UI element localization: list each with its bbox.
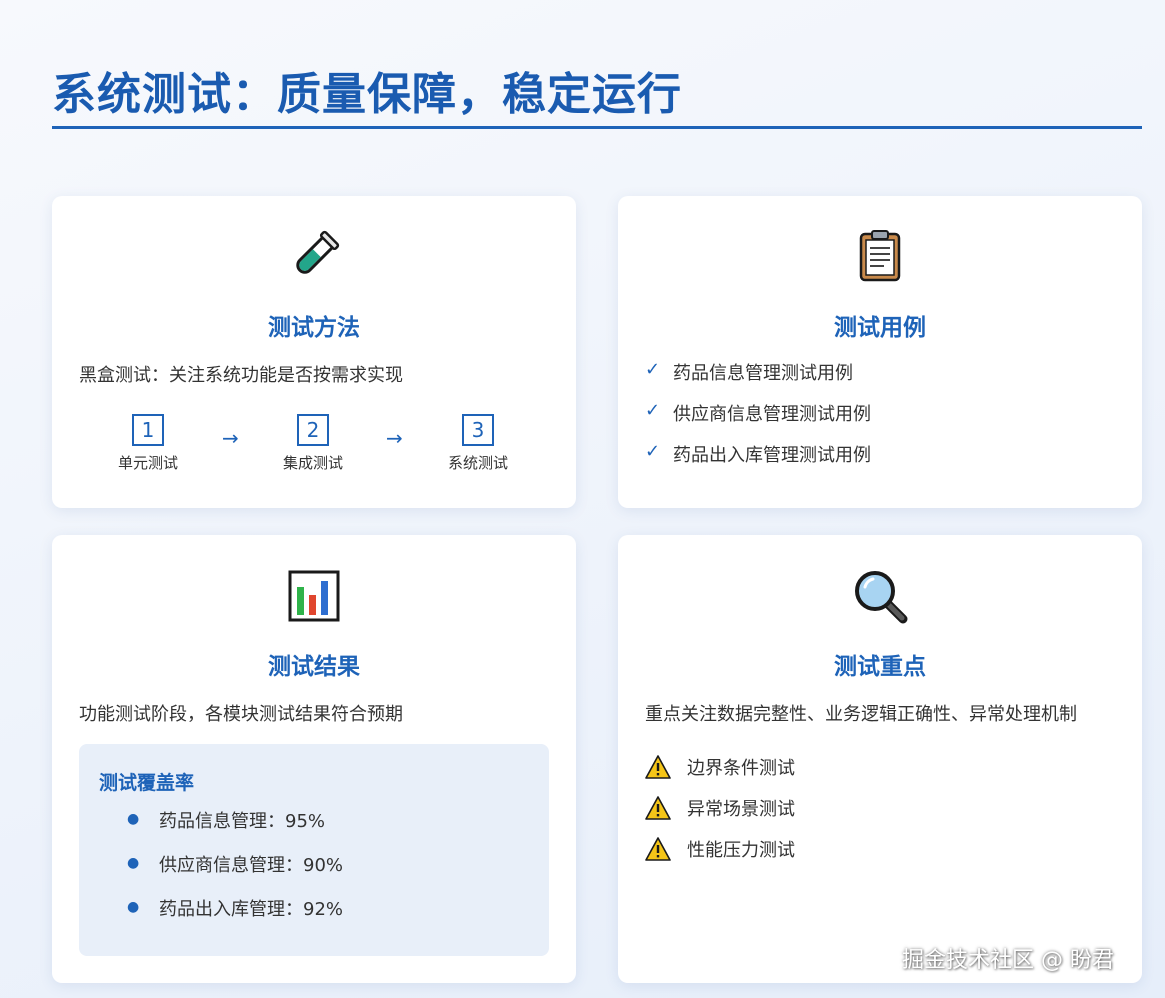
step-number: 1 bbox=[132, 414, 164, 446]
check-icon: ✓ bbox=[645, 441, 661, 462]
card-description: 重点关注数据完整性、业务逻辑正确性、异常处理机制 bbox=[645, 704, 1077, 725]
list-item: ● 药品信息管理：95% bbox=[127, 807, 343, 851]
bullet-icon: ● bbox=[127, 811, 140, 827]
check-icon: ✓ bbox=[645, 400, 661, 421]
card-title: 测试方法 bbox=[268, 315, 360, 341]
list-item: ✓ 供应商信息管理测试用例 bbox=[645, 400, 871, 425]
list-item: ✓ 药品出入库管理测试用例 bbox=[645, 441, 871, 466]
test-case-list: ✓ 药品信息管理测试用例 ✓ 供应商信息管理测试用例 ✓ 药品出入库管理测试用例 bbox=[645, 359, 871, 482]
bullet-icon: ● bbox=[127, 899, 140, 915]
card-test-cases: 测试用例 ✓ 药品信息管理测试用例 ✓ 供应商信息管理测试用例 ✓ 药品出入库管理测试… bbox=[618, 196, 1142, 508]
card-description: 黑盒测试：关注系统功能是否按需求实现 bbox=[79, 365, 403, 386]
list-item: ● 药品出入库管理：92% bbox=[127, 895, 343, 939]
card-test-method: 测试方法 黑盒测试：关注系统功能是否按需求实现 1 单元测试 → 2 集成测试 … bbox=[52, 196, 576, 508]
warning-icon bbox=[645, 795, 687, 820]
warning-icon bbox=[645, 754, 687, 779]
magnifier-icon bbox=[618, 567, 1142, 625]
check-icon: ✓ bbox=[645, 359, 661, 380]
list-item: ✓ 药品信息管理测试用例 bbox=[645, 359, 853, 384]
bullet-icon: ● bbox=[127, 855, 140, 871]
coverage-panel: 测试覆盖率 ● 药品信息管理：95% ● 供应商信息管理：90% ● 药品出入库管理：… bbox=[79, 744, 549, 956]
page-title: 系统测试：质量保障，稳定运行 bbox=[52, 69, 682, 120]
focus-list: 边界条件测试 异常场景测试 性能压力测试 bbox=[645, 746, 795, 869]
step-integration-test: 2 集成测试 bbox=[263, 414, 363, 473]
card-description: 功能测试阶段，各模块测试结果符合预期 bbox=[79, 704, 403, 725]
list-item: ● 供应商信息管理：90% bbox=[127, 851, 343, 895]
step-unit-test: 1 单元测试 bbox=[98, 414, 198, 473]
step-number: 3 bbox=[462, 414, 494, 446]
arrow-icon: → bbox=[222, 426, 239, 450]
watermark: 掘金技术社区 @ 盼君 bbox=[902, 948, 1114, 973]
card-title: 测试重点 bbox=[834, 654, 926, 680]
title-divider bbox=[52, 126, 1142, 129]
test-steps: 1 单元测试 → 2 集成测试 → 3 系统测试 bbox=[52, 414, 576, 484]
list-item: 性能压力测试 bbox=[645, 828, 795, 869]
coverage-list: ● 药品信息管理：95% ● 供应商信息管理：90% ● 药品出入库管理：92% bbox=[127, 807, 343, 939]
step-label: 系统测试 bbox=[447, 454, 508, 472]
card-test-results: 测试结果 功能测试阶段，各模块测试结果符合预期 测试覆盖率 ● 药品信息管理：95… bbox=[52, 535, 576, 983]
arrow-icon: → bbox=[386, 426, 403, 450]
coverage-title: 测试覆盖率 bbox=[99, 772, 195, 794]
card-test-focus: 测试重点 重点关注数据完整性、业务逻辑正确性、异常处理机制 边界条件测试 异常场… bbox=[618, 535, 1142, 983]
step-system-test: 3 系统测试 bbox=[428, 414, 528, 473]
card-title: 测试用例 bbox=[834, 315, 926, 341]
list-item: 异常场景测试 bbox=[645, 787, 795, 828]
card-title: 测试结果 bbox=[268, 654, 360, 680]
step-number: 2 bbox=[297, 414, 329, 446]
list-item: 边界条件测试 bbox=[645, 746, 795, 787]
test-tube-icon bbox=[52, 228, 576, 284]
clipboard-icon bbox=[618, 228, 1142, 284]
warning-icon bbox=[645, 836, 687, 861]
bar-chart-icon bbox=[52, 569, 576, 623]
step-label: 集成测试 bbox=[282, 454, 343, 472]
step-label: 单元测试 bbox=[117, 454, 178, 472]
